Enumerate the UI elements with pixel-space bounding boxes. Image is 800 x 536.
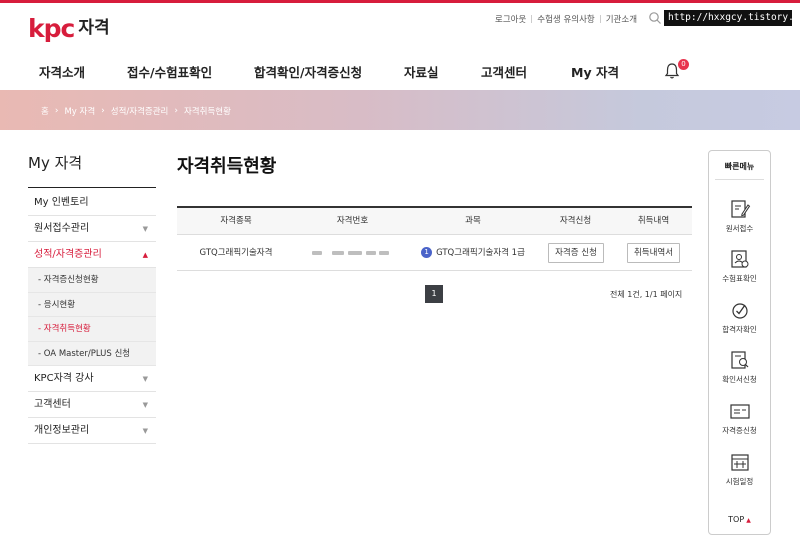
utility-links: 로그아웃 수험생 유의사항 기관소개 — [490, 12, 642, 26]
url-watermark: http://hxxgcy.tistory.com — [664, 10, 792, 26]
sidebar-item-instructor[interactable]: KPC자격 강사 ▼ — [28, 366, 156, 392]
sidebar-subitem-oa-master[interactable]: - OA Master/PLUS 신청 — [28, 342, 156, 366]
quick-item-label: 시험일정 — [725, 477, 754, 486]
quick-item-label: 수험표확인 — [722, 274, 757, 283]
column-header-subject: 과목 — [465, 216, 481, 226]
chevron-right-icon: › — [101, 106, 105, 116]
quick-item-ticket[interactable]: 수험표확인 — [709, 248, 770, 284]
chevron-down-icon: ▼ — [142, 401, 148, 409]
breadcrumb-current: 자격취득현황 — [183, 107, 231, 117]
subject-text: GTQ그래픽기술자격 1급 — [436, 248, 525, 258]
quick-menu: 빠른메뉴 원서접수 수험표확인 합격자확인 확인서신청 자격증신청 시험일정 T… — [708, 150, 771, 535]
nav-customer-center[interactable]: 고객센터 — [481, 62, 527, 81]
chevron-right-icon: › — [174, 106, 178, 116]
notice-link[interactable]: 수험생 유의사항 — [532, 13, 599, 25]
column-header-number: 자격번호 — [336, 216, 369, 226]
sidebar-item-grade-management[interactable]: 성적/자격증관리 ▲ — [28, 242, 156, 268]
pagination-current-page[interactable]: 1 — [425, 285, 443, 303]
quick-item-pass-check[interactable]: 합격자확인 — [709, 299, 770, 335]
breadcrumb-home[interactable]: 홈 — [41, 105, 49, 117]
sidebar-subitem-cert-apply-status[interactable]: - 자격증신청현황 — [28, 268, 156, 293]
cert-apply-button[interactable]: 자격증 신청 — [548, 243, 604, 263]
quick-item-certificate-request[interactable]: 확인서신청 — [709, 349, 770, 385]
form-pencil-icon — [730, 200, 750, 218]
divider — [715, 179, 764, 180]
column-header-history: 취득내역 — [637, 216, 670, 226]
chevron-up-icon: ▲ — [142, 251, 148, 259]
sidebar-item-privacy[interactable]: 개인정보관리 ▼ — [28, 418, 156, 444]
site-logo[interactable]: kpc 자격 — [28, 13, 110, 43]
sidebar-item-application[interactable]: 원서접수관리 ▼ — [28, 216, 156, 242]
quick-item-label: 자격증신청 — [722, 426, 757, 435]
scroll-top-button[interactable]: TOP ▲ — [709, 515, 770, 524]
chevron-down-icon: ▼ — [142, 225, 148, 233]
id-card-icon — [730, 250, 748, 268]
quick-item-label: 합격자확인 — [722, 325, 757, 334]
breadcrumb-grade[interactable]: 성적/자격증관리 — [111, 105, 169, 117]
logo-text: 자격 — [78, 17, 110, 38]
cell-subject: 1 GTQ그래픽기술자격 1급 — [410, 235, 536, 271]
quick-item-registration[interactable]: 원서접수 — [709, 198, 770, 234]
nav-my-qualification[interactable]: My 자격 — [571, 62, 619, 81]
page-title: 자격취득현황 — [177, 156, 277, 177]
nav-registration[interactable]: 접수/수험표확인 — [127, 62, 212, 81]
caret-up-icon: ▲ — [746, 517, 751, 524]
quick-item-cert-apply[interactable]: 자격증신청 — [709, 400, 770, 436]
breadcrumb-my[interactable]: My 자격 — [64, 105, 95, 117]
sidebar-item-label: 고객센터 — [34, 399, 71, 410]
table-row: GTQ그래픽기술자격 1 GTQ그래픽기술자격 1급 자격증 신청 취득내역서 — [177, 235, 692, 271]
sidebar: My 인벤토리 원서접수관리 ▼ 성적/자격증관리 ▲ - 자격증신청현황 - … — [28, 190, 156, 444]
quick-item-schedule[interactable]: 시험일정 — [709, 451, 770, 487]
logout-link[interactable]: 로그아웃 — [490, 13, 531, 25]
quick-menu-title: 빠른메뉴 — [724, 162, 755, 171]
license-card-icon — [729, 404, 750, 419]
top-accent-line — [0, 0, 800, 3]
total-count: 전체 1건, 1/1 페이지 — [610, 290, 683, 299]
chevron-down-icon: ▼ — [142, 375, 148, 383]
chevron-down-icon: ▼ — [142, 427, 148, 435]
column-header-category: 자격종목 — [220, 216, 252, 226]
sidebar-item-label: 개인정보관리 — [34, 425, 90, 436]
sidebar-item-inventory[interactable]: My 인벤토리 — [28, 190, 156, 216]
sidebar-subitem-exam-status[interactable]: - 응시현황 — [28, 293, 156, 317]
notification-badge: 0 — [678, 59, 689, 70]
top-label: TOP — [728, 515, 745, 524]
sidebar-submenu: - 자격증신청현황 - 응시현황 - 자격취득현황 - OA Master/PL… — [28, 268, 156, 366]
sidebar-item-label: 원서접수관리 — [34, 223, 90, 234]
sidebar-item-label: My 인벤토리 — [34, 197, 89, 208]
nav-resources[interactable]: 자료실 — [404, 62, 439, 81]
check-circle-icon — [731, 303, 748, 319]
cell-category: GTQ그래픽기술자격 — [199, 248, 273, 258]
sidebar-subitem-acquisition-status[interactable]: - 자격취득현황 — [28, 317, 156, 342]
column-header-apply: 자격신청 — [559, 216, 592, 226]
nav-qualification-intro[interactable]: 자격소개 — [39, 62, 85, 81]
chevron-right-icon: › — [54, 106, 59, 116]
sidebar-item-label: 성적/자격증관리 — [34, 249, 102, 260]
logo-mark: kpc — [28, 13, 75, 43]
acquisition-history-button[interactable]: 취득내역서 — [627, 243, 680, 263]
quick-item-label: 원서접수 — [725, 224, 754, 233]
about-link[interactable]: 기관소개 — [601, 13, 642, 25]
search-icon[interactable] — [648, 11, 662, 25]
table-header: 자격종목 자격번호 과목 자격신청 취득내역 — [177, 208, 692, 235]
calendar-icon — [730, 454, 749, 471]
sidebar-item-customer-center[interactable]: 고객센터 ▼ — [28, 392, 156, 418]
quick-item-label: 확인서신청 — [722, 375, 757, 384]
sidebar-title: My 자격 — [28, 154, 83, 172]
info-badge: 1 — [421, 247, 433, 258]
sidebar-title-line — [28, 187, 156, 188]
document-search-icon — [730, 351, 748, 369]
breadcrumb: 홈 › My 자격 › 성적/자격증관리 › 자격취득현황 — [41, 105, 231, 117]
sidebar-item-label: KPC자격 강사 — [34, 373, 94, 384]
nav-pass-check[interactable]: 합격확인/자격증신청 — [254, 62, 362, 81]
